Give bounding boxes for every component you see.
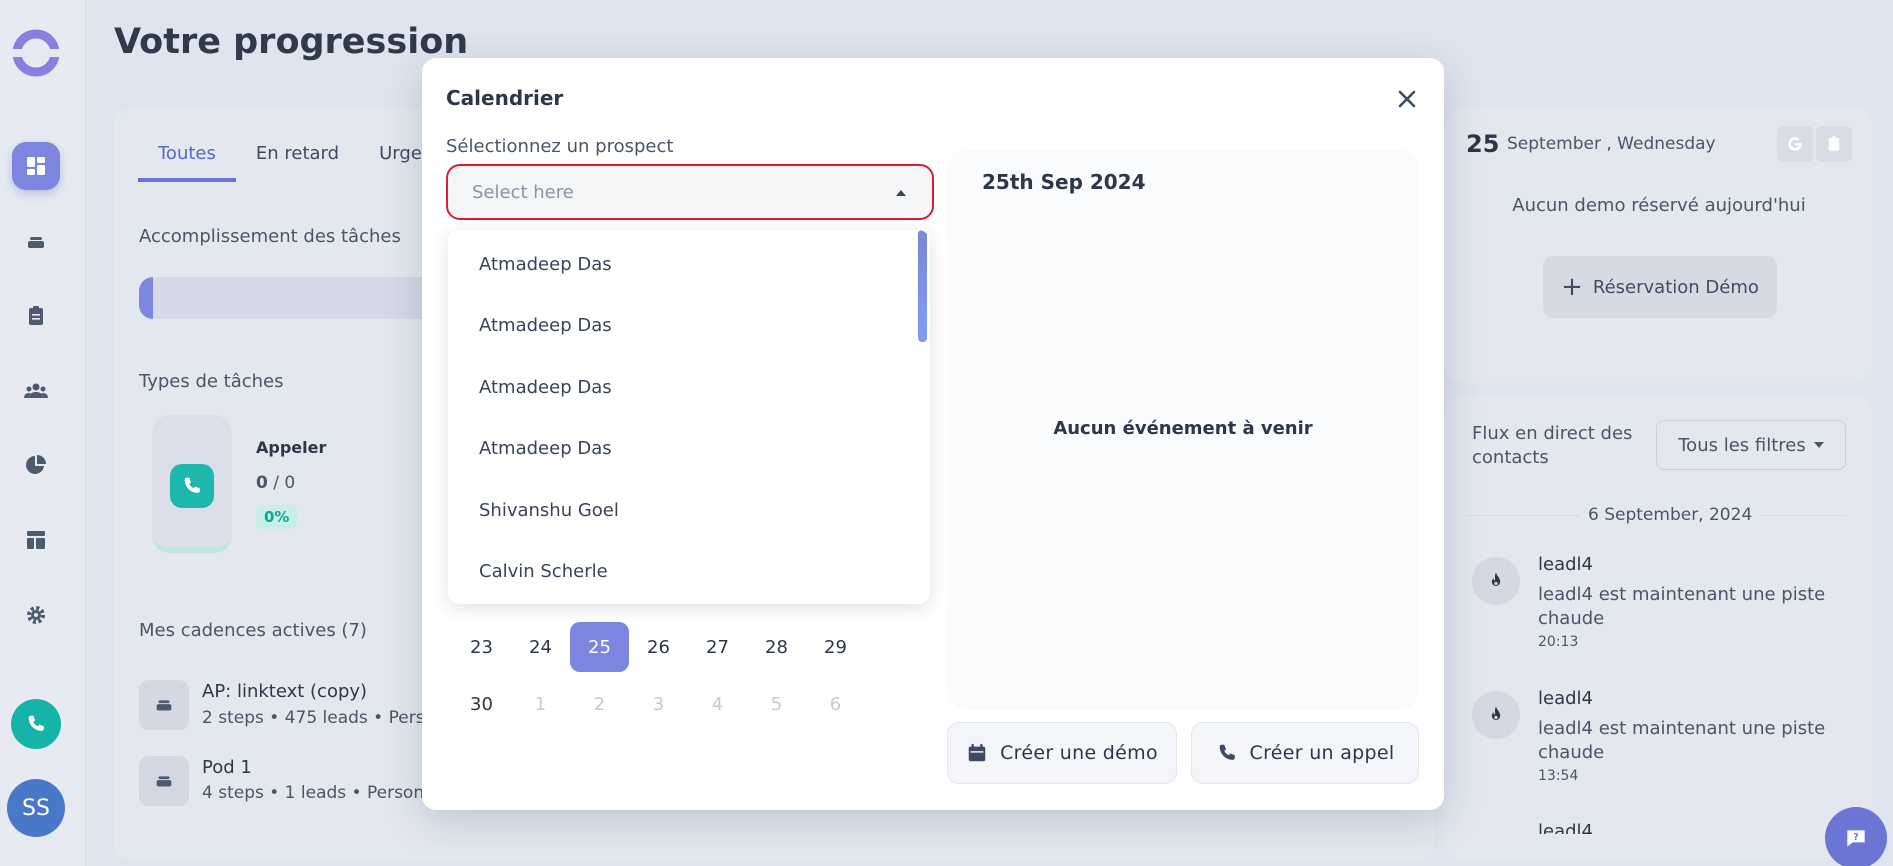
create-demo-button[interactable]: Créer une démo [947, 722, 1177, 784]
prospect-select-placeholder: Select here [472, 181, 574, 203]
prospect-option[interactable]: Atmadeep Das [479, 254, 612, 275]
clipboard-icon[interactable] [1816, 126, 1852, 162]
phone-icon [170, 464, 214, 508]
calendar-day-next-month[interactable]: 3 [629, 679, 688, 729]
feed-date: 6 September, 2024 [1580, 505, 1761, 525]
google-icon[interactable] [1777, 126, 1813, 162]
phone-icon[interactable] [11, 699, 61, 749]
dashboard-icon[interactable] [12, 142, 60, 190]
prospect-dropdown-list: Atmadeep Das Atmadeep Das Atmadeep Das A… [448, 230, 930, 604]
prospect-option[interactable]: Shivanshu Goel [479, 500, 619, 521]
tab-en-retard[interactable]: En retard [236, 143, 359, 182]
calendar-day-next-month[interactable]: 6 [806, 679, 865, 729]
feed-item-name[interactable]: leadl4 [1538, 820, 1593, 834]
phone-icon [1219, 744, 1235, 760]
chat-icon: ? [1847, 830, 1865, 847]
layout-icon[interactable] [12, 516, 60, 564]
avatar[interactable]: SS [7, 779, 65, 837]
calendar-day[interactable]: 27 [688, 622, 747, 672]
cadence-name[interactable]: AP: linktext (copy) [202, 681, 367, 702]
prospect-select-label: Sélectionnez un prospect [446, 136, 674, 157]
feed-item-text: leadl4 est maintenant une piste chaude [1538, 584, 1826, 629]
calendar-day[interactable]: 26 [629, 622, 688, 672]
calendar-day[interactable]: 23 [452, 622, 511, 672]
cadence-meta: 4 steps • 1 leads • Personal [202, 783, 440, 803]
feed-item-text: leadl4 est maintenant une piste chaude [1538, 718, 1826, 763]
task-types-label: Types de tâches [139, 371, 284, 392]
prospect-select[interactable]: Select here [446, 164, 934, 220]
today-day-number: 25 [1466, 130, 1500, 158]
calendar-day[interactable]: 28 [747, 622, 806, 672]
fire-icon [1472, 557, 1520, 605]
today-day-label: September , Wednesday [1507, 134, 1716, 154]
task-percent-badge: 0% [256, 505, 298, 529]
task-total-count: / 0 [273, 473, 296, 493]
tasks-progress-bar [139, 277, 459, 319]
cadence-name[interactable]: Pod 1 [202, 757, 252, 778]
cadence-icon [139, 756, 189, 806]
prospect-option[interactable]: Atmadeep Das [479, 377, 612, 398]
calendar-day-next-month[interactable]: 2 [570, 679, 629, 729]
cadence-meta: 2 steps • 475 leads • Person [202, 708, 446, 728]
create-demo-label: Créer une démo [1000, 742, 1158, 764]
tasks-completion-label: Accomplissement des tâches [139, 226, 401, 247]
filters-dropdown[interactable]: Tous les filtres [1656, 420, 1846, 470]
calendar-icon [968, 743, 986, 762]
tab-toutes[interactable]: Toutes [138, 143, 236, 182]
no-events-text: Aucun événement à venir [1053, 418, 1313, 439]
pie-chart-icon[interactable] [12, 441, 60, 489]
cadence-icon [139, 680, 189, 730]
caret-up-icon [896, 190, 906, 196]
calendar-day[interactable]: 24 [511, 622, 570, 672]
feed-title: Flux en direct des contacts [1472, 423, 1633, 468]
feed-item-time: 13:54 [1538, 768, 1579, 784]
events-panel: 25th Sep 2024 Aucun événement à venir [947, 150, 1419, 710]
prospect-option[interactable]: Atmadeep Das [479, 438, 612, 459]
book-demo-button[interactable]: + Réservation Démo [1543, 256, 1777, 318]
dropdown-scrollbar[interactable] [918, 230, 927, 342]
caret-down-icon [1813, 442, 1824, 448]
svg-text:?: ? [1853, 832, 1859, 843]
clipboard-icon[interactable] [12, 292, 60, 340]
calendar-modal: Calendrier Sélectionnez un prospect Sele… [422, 58, 1444, 810]
cadence-icon[interactable] [12, 218, 60, 266]
sidebar: SS [0, 0, 86, 866]
create-call-button[interactable]: Créer un appel [1191, 722, 1419, 784]
plus-icon: + [1561, 272, 1583, 302]
feed-item-name[interactable]: leadl4 [1538, 688, 1593, 709]
task-card-title: Appeler [256, 438, 327, 457]
calendar-week-row: 30 1 2 3 4 5 6 [452, 679, 865, 729]
people-icon[interactable] [12, 367, 60, 415]
logo-icon[interactable] [11, 28, 61, 78]
close-icon[interactable] [1390, 82, 1424, 116]
page-title: Votre progression [114, 22, 469, 62]
fire-icon [1472, 691, 1520, 739]
calendar-day-next-month[interactable]: 1 [511, 679, 570, 729]
feed-item-time: 20:13 [1538, 634, 1579, 650]
calendar-week-row: 23 24 25 26 27 28 29 [452, 622, 865, 672]
event-date: 25th Sep 2024 [982, 170, 1146, 194]
feed-item-name[interactable]: leadl4 [1538, 554, 1593, 575]
tab-bar: Toutes En retard Urgent [138, 143, 460, 182]
create-call-label: Créer un appel [1249, 742, 1395, 764]
calendar-day[interactable]: 29 [806, 622, 865, 672]
gear-icon[interactable] [12, 591, 60, 639]
prospect-option[interactable]: Atmadeep Das [479, 315, 612, 336]
prospect-option[interactable]: Calvin Scherle [479, 561, 608, 582]
chat-help-button[interactable]: ? [1825, 807, 1887, 866]
no-demo-text: Aucun demo réservé aujourd'hui [1512, 195, 1806, 216]
calendar-day-selected[interactable]: 25 [570, 622, 629, 672]
cadences-label: Mes cadences actives (7) [139, 620, 367, 641]
calendar-day[interactable]: 30 [452, 679, 511, 729]
calendar-day-next-month[interactable]: 4 [688, 679, 747, 729]
modal-title: Calendrier [446, 86, 564, 110]
book-demo-label: Réservation Démo [1592, 276, 1759, 298]
task-done-count: 0 [256, 473, 268, 493]
task-card-count: 0 / 0 [256, 473, 295, 493]
filters-label: Tous les filtres [1678, 434, 1806, 456]
calendar-day-next-month[interactable]: 5 [747, 679, 806, 729]
